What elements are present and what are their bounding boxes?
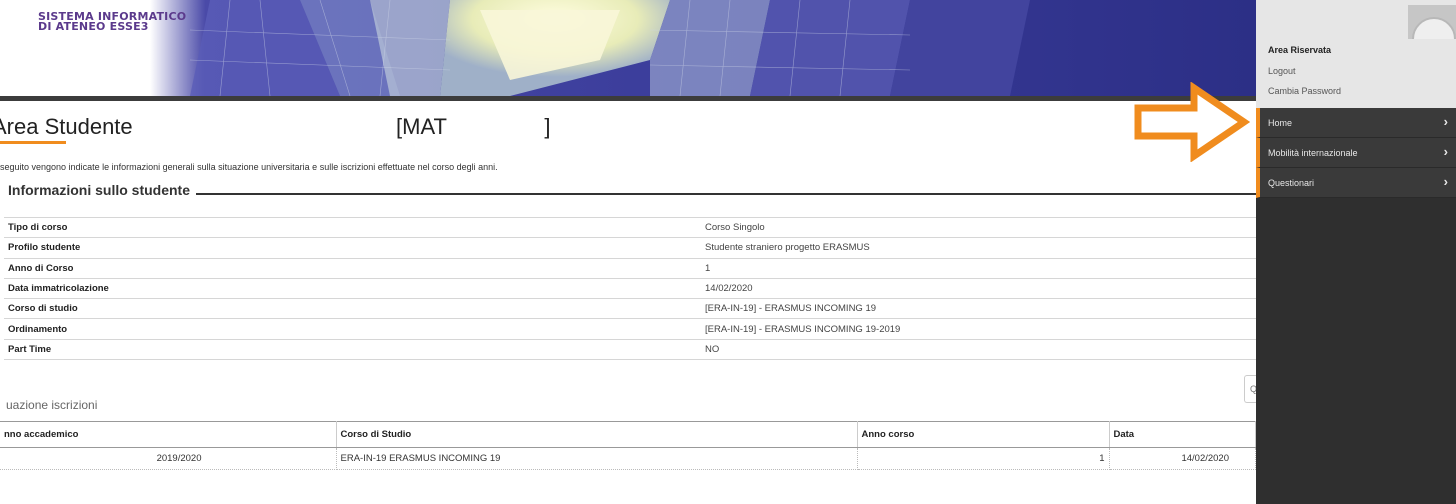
page-title: Area Studente [0, 114, 133, 139]
header-banner-image [150, 0, 1256, 96]
row-value: 1 [701, 257, 1256, 279]
area-riservata-label: Area Riservata [1268, 45, 1332, 55]
table-header-row: nno accademico Corso di Studio Anno cors… [0, 421, 1256, 448]
row-label: Data immatricolazione [4, 277, 701, 299]
column-header-data[interactable]: Data [1109, 421, 1256, 448]
row-label: Corso di studio [4, 298, 701, 319]
sidebar: Area Riservata Logout Cambia Password Ho… [1256, 0, 1456, 504]
header-divider [0, 96, 1256, 101]
row-label: Tipo di corso [4, 216, 701, 238]
user-silhouette-icon [1412, 17, 1456, 39]
student-info-table: Tipo di corso Corso Singolo Profilo stude… [4, 216, 1256, 361]
cell-data: 14/02/2020 [1109, 447, 1256, 470]
sidebar-item-label: Questionari [1268, 178, 1315, 188]
row-value: 14/02/2020 [701, 277, 1256, 299]
row-value: Corso Singolo [701, 216, 1256, 238]
row-label: Anno di Corso [4, 257, 701, 279]
logout-link[interactable]: Logout [1268, 66, 1296, 76]
chevron-right-icon: › [1443, 144, 1448, 159]
cell-anno-accademico: 2019/2020 [0, 447, 337, 470]
matricola-label: [MAT ] [396, 114, 551, 139]
avatar[interactable] [1408, 5, 1456, 39]
table-row: Part Time NO [4, 338, 1256, 361]
sidebar-item-questionari[interactable]: Questionari › [1256, 168, 1456, 198]
sidebar-item-label: Mobilità internazionale [1268, 148, 1358, 158]
column-header-corso-di-studio[interactable]: Corso di Studio [336, 421, 858, 448]
chevron-right-icon: › [1443, 174, 1448, 189]
institution-line2: DI ATENEO ESSE3 [38, 20, 149, 33]
column-header-anno-corso[interactable]: Anno corso [857, 421, 1110, 448]
sidebar-menu: Home › Mobilità internazionale › Questio… [1256, 108, 1456, 198]
arrow-annotation-icon [1134, 82, 1250, 162]
sidebar-item-home[interactable]: Home › [1256, 108, 1456, 138]
change-password-link[interactable]: Cambia Password [1268, 86, 1341, 96]
table-row: Ordinamento [ERA-IN-19] - ERASMUS INCOMIN… [4, 318, 1256, 340]
institution-name: SISTEMA INFORMATICO DI ATENEO ESSE3 [38, 11, 186, 33]
column-header-anno-accademico[interactable]: nno accademico [0, 421, 337, 448]
row-label: Ordinamento [4, 318, 701, 340]
row-label: Part Time [4, 338, 701, 361]
header-banner: SISTEMA INFORMATICO DI ATENEO ESSE3 [0, 0, 1256, 96]
table-row: Anno di Corso 1 [4, 257, 1256, 279]
student-info-heading: Informazioni sullo studente [8, 182, 191, 198]
row-value: NO [701, 338, 1256, 361]
row-value: Studente straniero progetto ERASMUS [701, 237, 1256, 259]
table-row: Profilo studente Studente straniero proge… [4, 237, 1256, 259]
table-row: Tipo di corso Corso Singolo [4, 216, 1256, 238]
sidebar-item-label: Home [1268, 118, 1293, 128]
sidebar-item-mobilita[interactable]: Mobilità internazionale › [1256, 138, 1456, 168]
cell-corso: ERA-IN-19 ERASMUS INCOMING 19 [336, 447, 858, 470]
user-panel: Area Riservata Logout Cambia Password [1256, 0, 1456, 108]
chevron-right-icon: › [1443, 114, 1448, 129]
page-title-underline [0, 141, 66, 144]
table-row: Data immatricolazione 14/02/2020 [4, 277, 1256, 299]
iscrizioni-heading: uazione iscrizioni [6, 398, 98, 412]
iscrizioni-table: nno accademico Corso di Studio Anno cors… [0, 421, 1256, 470]
table-row: Corso di studio [ERA-IN-19] - ERASMUS INC… [4, 298, 1256, 319]
intro-text: seguito vengono indicate le informazioni… [0, 162, 498, 172]
row-value: [ERA-IN-19] - ERASMUS INCOMING 19 [701, 298, 1256, 319]
row-label: Profilo studente [4, 237, 701, 259]
cell-anno-corso: 1 [857, 447, 1110, 470]
row-value: [ERA-IN-19] - ERASMUS INCOMING 19-2019 [701, 318, 1256, 340]
section-divider [196, 193, 1256, 195]
table-row: 2019/2020 ERA-IN-19 ERASMUS INCOMING 19 … [0, 447, 1256, 470]
